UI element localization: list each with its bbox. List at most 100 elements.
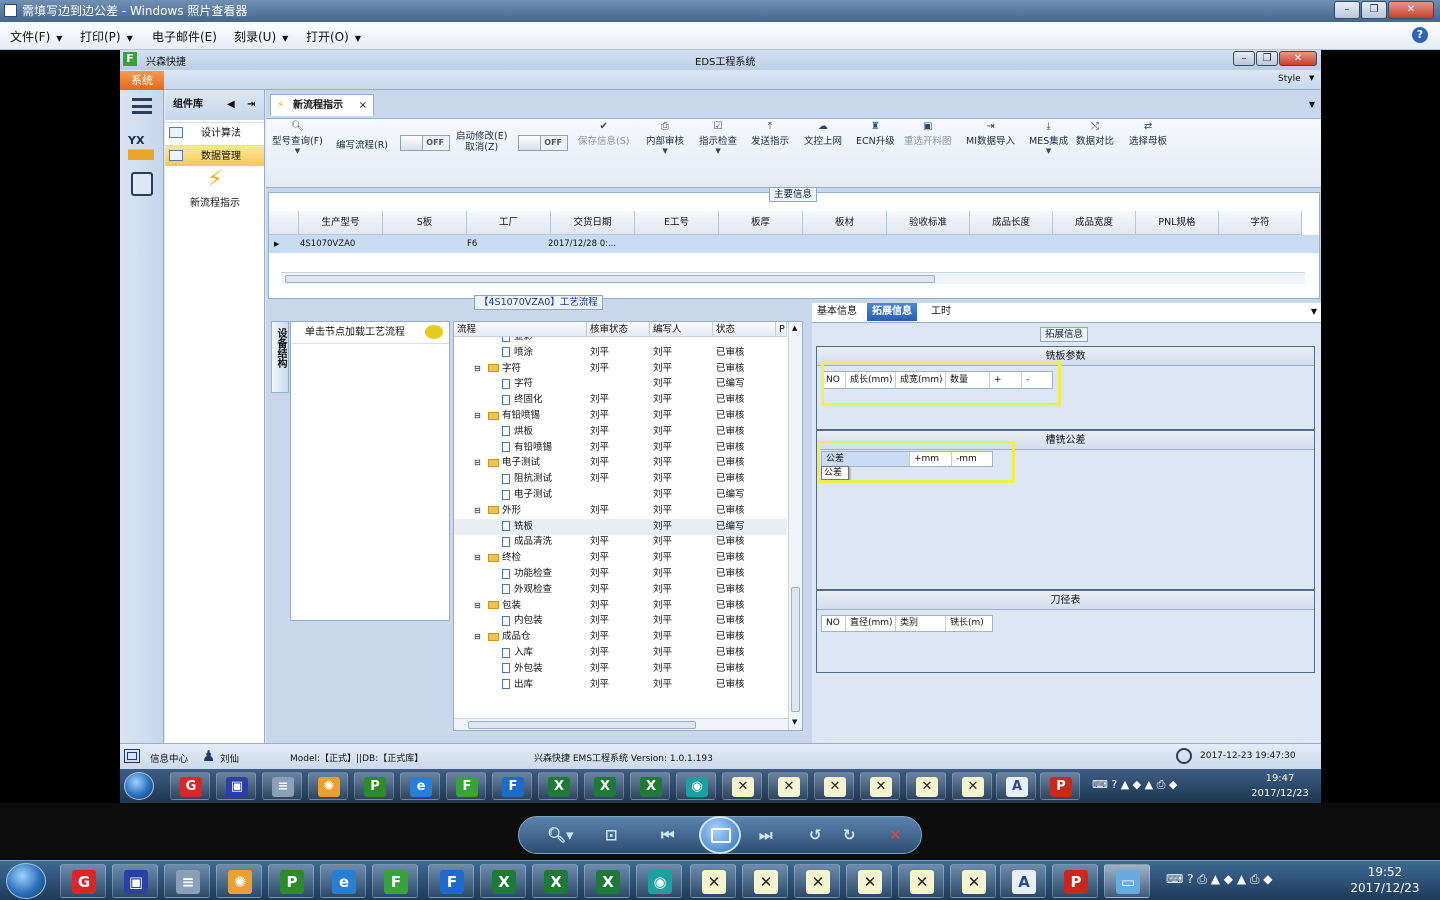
tree-leaf-row[interactable]: 字符 刘平 已编写 [454,376,787,392]
column-header[interactable]: 状态 [713,322,776,337]
taskbar-media-app[interactable]: ◉ [636,864,682,898]
column-header[interactable]: PNL规格 [1136,211,1219,235]
chevron-down-icon[interactable]: ▼ [1309,74,1314,82]
horizontal-scrollbar[interactable] [454,718,788,730]
start-edit-toggle[interactable]: OFF [518,135,568,151]
internal-review-button[interactable]: ⎙ 内部审核 ▼ [646,121,684,155]
menu-open[interactable]: 打开(O) ▼ [306,28,361,45]
collapse-icon[interactable]: ⊟ [474,361,481,377]
taskbar-app-f-blue[interactable]: F [428,864,474,898]
taskbar-app-g[interactable]: G [60,864,106,898]
tree-leaf-row[interactable]: 入库 刘平 刘平 已审核 [454,645,787,661]
vertical-scrollbar[interactable]: ▲ ▼ [788,322,802,730]
taskbar-clock[interactable]: 19:52 2017/12/23 [1348,864,1422,896]
tree-leaf-row[interactable]: 电子测试 刘平 已编写 [454,487,787,503]
taskbar-missing-app[interactable]: ✕ [846,864,892,898]
column-header[interactable]: 成品长度 [970,211,1053,235]
equipment-structure-tab[interactable]: 设备结构 [271,321,289,393]
collapse-icon[interactable]: ⊟ [474,550,481,566]
tree-folder-row[interactable]: ⊟ 终检 刘平 刘平 已审核 [454,550,787,566]
tree-leaf-row[interactable]: 外观检查 刘平 刘平 已审核 [454,582,787,598]
taskbar-missing-app[interactable]: ✕ [742,864,788,898]
taskbar-document[interactable]: A [1000,864,1046,898]
tree-leaf-row[interactable]: 成品清洗 刘平 刘平 已审核 [454,534,787,550]
arrow-down-icon[interactable]: ▼ [792,718,797,726]
mes-integration-button[interactable]: ⤓ MES集成 ▼ [1029,121,1068,155]
tree-leaf-row[interactable]: 内包装 刘平 刘平 已审核 [454,613,787,629]
close-tab-icon[interactable]: × [359,95,367,117]
instruction-check-button[interactable]: ☑ 指示检查 ▼ [699,121,737,155]
column-header[interactable]: 铣长(m) [946,616,992,631]
slideshow-button[interactable] [699,816,741,854]
taskbar-ie[interactable]: e [320,864,366,898]
column-header[interactable]: 流程 [454,322,587,337]
data-compare-button[interactable]: ⤭ 数据对比 [1076,121,1114,147]
tab-system[interactable]: 系统 [120,71,164,90]
eds-restore-button[interactable]: ❐ [1256,51,1278,66]
taskbar-missing-app[interactable]: ✕ [690,864,736,898]
column-header[interactable]: 编写人 [650,322,713,337]
help-icon[interactable]: ? [1412,27,1428,43]
rotate-right-icon[interactable]: ↻ [843,826,856,844]
reselect-cut-chart-button[interactable]: ▣ 重选开料图 [904,121,952,147]
tree-leaf-row[interactable]: 外包装 刘平 刘平 已审核 [454,661,787,677]
tab-new-flow[interactable]: ⚡ 新流程指示 × [270,94,374,116]
column-header[interactable]: P [776,322,787,337]
taskbar-missing-app[interactable]: ✕ [950,864,996,898]
column-header[interactable]: 直径(mm) [846,616,896,631]
collapse-icon[interactable]: ⊟ [474,629,481,645]
scroll-thumb[interactable] [791,587,800,712]
table-row[interactable] [269,235,1319,253]
select-master-board-button[interactable]: ⇄ 选择母板 [1129,121,1167,147]
column-header[interactable]: 类别 [896,616,946,631]
menu-file[interactable]: 文件(F) ▼ [10,28,62,45]
chevron-down-icon[interactable]: ▼ [1309,100,1315,109]
collapse-icon[interactable]: ⊟ [474,503,481,519]
lib-item-design-algorithm[interactable]: 设计算法 [165,122,264,143]
collapse-icon[interactable]: ⊟ [474,598,481,614]
menu-print[interactable]: 打印(P) ▼ [80,28,133,45]
column-header[interactable]: 板材 [803,211,887,235]
save-info-button[interactable]: ✔ 保存信息(S) [578,121,629,147]
write-flow-button[interactable]: 编写流程(R) [336,137,388,151]
column-header[interactable]: 字符 [1219,211,1302,235]
column-header[interactable]: NO [822,616,846,631]
yx-module-icon[interactable]: YX [128,134,154,160]
column-header[interactable]: 交货日期 [551,211,635,235]
tab-work-hours[interactable]: 工时 [926,303,956,321]
tree-leaf-row[interactable]: 出库 刘平 刘平 已审核 [454,677,787,693]
mi-data-import-button[interactable]: ⇥ MI数据导入 [966,121,1015,147]
send-instruction-button[interactable]: ⤒ 发送指示 [751,121,789,147]
ecn-upgrade-button[interactable]: ♜ ECN升级 [856,121,895,147]
tree-folder-row[interactable]: ⊟ 有铅喷锡 刘平 刘平 已审核 [454,408,787,424]
tree-leaf-row[interactable]: 显影 [454,337,787,345]
taskbar-excel[interactable]: X [480,864,526,898]
tree-folder-row[interactable]: ⊟ 成品仓 刘平 刘平 已审核 [454,629,787,645]
tree-leaf-row[interactable]: 喷涂 刘平 刘平 已审核 [454,345,787,361]
tree-folder-row[interactable]: ⊟ 电子测试 刘平 刘平 已审核 [454,455,787,471]
tree-leaf-row[interactable]: 阻抗测试 刘平 刘平 已审核 [454,471,787,487]
column-header[interactable]: 工厂 [467,211,551,235]
pin-icon[interactable]: ⇥ [247,90,255,120]
minimize-button[interactable]: – [1334,1,1360,19]
eds-minimize-button[interactable]: – [1233,51,1255,66]
taskbar-save-disk[interactable]: ▣ [112,864,158,898]
taskbar-scanner[interactable]: ≡ [164,864,210,898]
next-icon[interactable]: ⏭ [759,826,773,844]
eds-close-button[interactable]: ✕ [1279,51,1317,66]
write-flow-toggle[interactable]: OFF [400,135,450,151]
arrow-up-icon[interactable]: ▲ [792,324,797,332]
start-button[interactable] [6,863,46,899]
tab-extended-info[interactable]: 拓展信息 [867,303,917,321]
horizontal-scrollbar[interactable] [281,272,1305,284]
taskbar-photo-viewer[interactable]: ▭ [1104,864,1150,898]
new-flow-launcher[interactable]: ⚡ 新流程指示 [165,166,265,209]
tree-folder-row[interactable]: ⊟ 字符 刘平 刘平 已审核 [454,361,787,377]
tree-leaf-row[interactable]: 功能检查 刘平 刘平 已审核 [454,566,787,582]
doc-control-online-button[interactable]: ☁ 文控上网 [804,121,842,147]
arrow-left-icon[interactable]: ◀ [227,90,235,120]
taskbar-missing-app[interactable]: ✕ [898,864,944,898]
column-header[interactable]: 板厚 [719,211,803,235]
collapse-icon[interactable]: ⊟ [474,408,481,424]
taskbar-missing-app[interactable]: ✕ [794,864,840,898]
